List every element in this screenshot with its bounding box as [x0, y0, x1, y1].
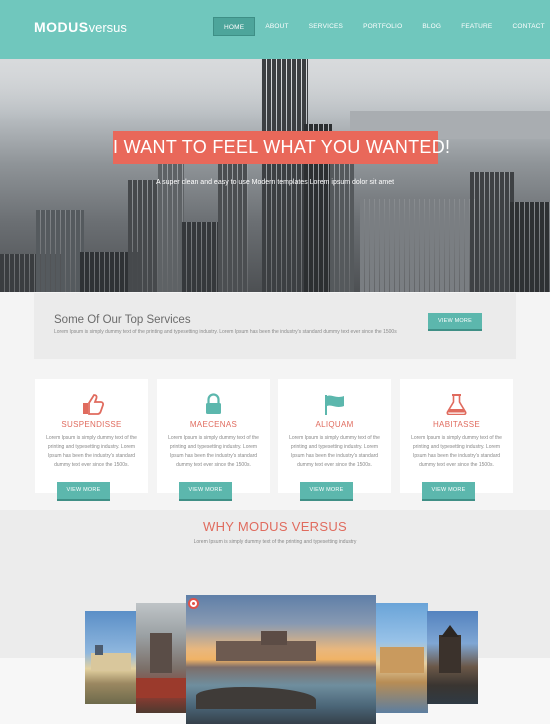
- card-title: SUSPENDISSE: [61, 420, 122, 429]
- nav-contact[interactable]: CONTACT: [502, 17, 550, 36]
- site-header: MODUSversus HOME ABOUT SERVICES PORTFOLI…: [0, 0, 550, 59]
- skyline-building: [128, 180, 162, 292]
- flask-icon: [400, 393, 513, 416]
- card-view-more-button[interactable]: VIEW MORE: [300, 482, 353, 501]
- skyline-building: [218, 142, 248, 292]
- card-title: ALIQUAM: [315, 420, 354, 429]
- skyline-building: [470, 172, 514, 292]
- card-view-more-button[interactable]: VIEW MORE: [179, 482, 232, 501]
- castle-roofs: [136, 678, 186, 698]
- lake-castle-spire: [441, 625, 459, 637]
- logo-bold: MODUS: [34, 19, 89, 35]
- harbour-buildings: [380, 647, 424, 673]
- services-description: Lorem Ipsum is simply dummy text of the …: [54, 329, 397, 335]
- hero-section: I WANT TO FEEL WHAT YOU WANTED! A super …: [0, 59, 550, 292]
- services-callout: Some Of Our Top Services Lorem Ipsum is …: [34, 293, 516, 359]
- card-title: HABITASSE: [432, 420, 480, 429]
- hero-subtitle: A super clean and easy to use Modern tem…: [155, 179, 395, 186]
- skyline-building: [330, 152, 354, 292]
- card-title: MAECENAS: [189, 420, 238, 429]
- why-title: WHY MODUS VERSUS: [203, 519, 347, 534]
- hero-headline: I WANT TO FEEL WHAT YOU WANTED!: [113, 131, 450, 164]
- gallery-photo-harbour[interactable]: [376, 603, 428, 713]
- gallery-photo-lake-castle[interactable]: [427, 611, 478, 704]
- skyline-building: [182, 222, 222, 292]
- card-view-more-button[interactable]: VIEW MORE: [422, 482, 475, 501]
- lake-castle-tower: [439, 635, 461, 673]
- nav-about[interactable]: ABOUT: [255, 17, 298, 36]
- card-text: Lorem Ipsum is simply dummy text of the …: [46, 435, 137, 468]
- foreground-rocks: [196, 687, 316, 709]
- nav-blog[interactable]: BLOG: [412, 17, 451, 36]
- flag-icon: [278, 393, 391, 415]
- card-text: Lorem Ipsum is simply dummy text of the …: [289, 435, 380, 468]
- gallery-photo-palace[interactable]: [85, 611, 137, 704]
- card-text: Lorem Ipsum is simply dummy text of the …: [411, 435, 502, 468]
- nav-home[interactable]: HOME: [213, 17, 256, 36]
- gallery-photo-castle[interactable]: [136, 603, 186, 713]
- skyline-building: [360, 199, 475, 292]
- main-nav: HOME ABOUT SERVICES PORTFOLIO BLOG FEATU…: [213, 17, 550, 36]
- feature-card-suspendisse: SUSPENDISSE Lorem Ipsum is simply dummy …: [35, 379, 148, 501]
- services-title: Some Of Our Top Services: [54, 314, 191, 326]
- skyline-building: [262, 59, 308, 292]
- nav-feature[interactable]: FEATURE: [451, 17, 502, 36]
- lock-icon: [157, 393, 270, 415]
- feature-card-habitasse: HABITASSE Lorem Ipsum is simply dummy te…: [400, 379, 513, 501]
- card-view-more-button[interactable]: VIEW MORE: [57, 482, 110, 501]
- palace-shape: [91, 653, 131, 671]
- feature-card-maecenas: MAECENAS Lorem Ipsum is simply dummy tex…: [157, 379, 270, 501]
- skyline-building: [36, 210, 84, 292]
- fortress-keep: [261, 631, 287, 645]
- logo[interactable]: MODUSversus: [34, 19, 127, 35]
- why-subtitle: Lorem Ipsum is simply dummy text of the …: [193, 539, 357, 545]
- skyline-building: [510, 202, 550, 292]
- palace-roof: [95, 645, 103, 655]
- nav-portfolio[interactable]: PORTFOLIO: [353, 17, 412, 36]
- thumbs-up-icon: [35, 393, 148, 415]
- logo-light: versus: [88, 20, 127, 35]
- card-text: Lorem Ipsum is simply dummy text of the …: [168, 435, 259, 468]
- services-view-more-button[interactable]: VIEW MORE: [428, 313, 482, 331]
- gallery-indicator-icon[interactable]: [188, 598, 199, 609]
- feature-card-aliquam: ALIQUAM Lorem Ipsum is simply dummy text…: [278, 379, 391, 501]
- castle-tower: [150, 633, 172, 673]
- gallery-photo-fortress[interactable]: [186, 595, 376, 724]
- nav-services[interactable]: SERVICES: [299, 17, 353, 36]
